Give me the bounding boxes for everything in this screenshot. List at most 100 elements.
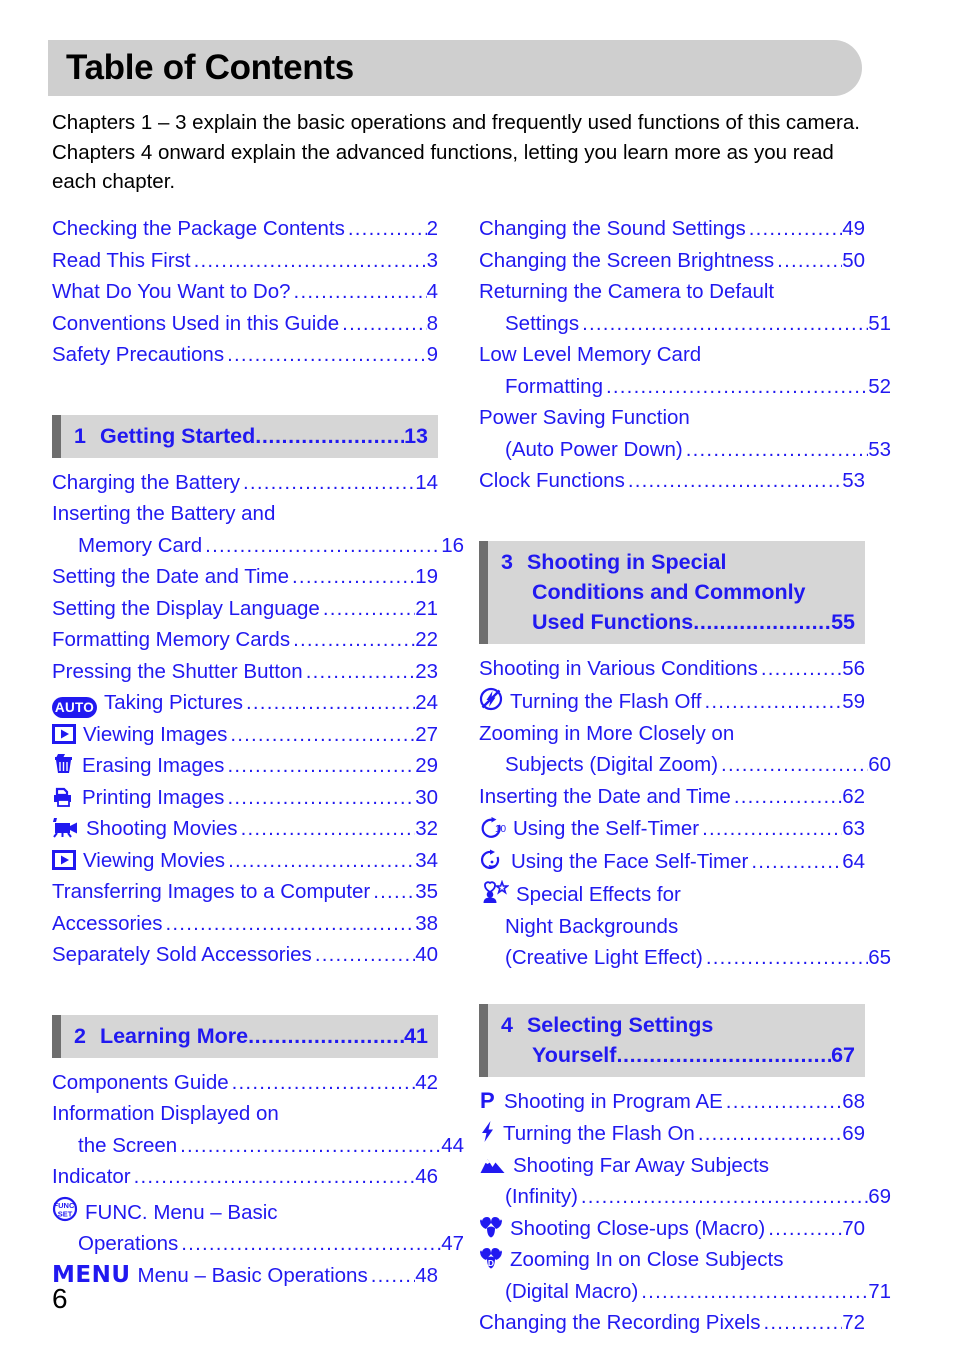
toc-entry-line: (Infinity) 69 (479, 1181, 891, 1213)
toc-entry-line: Returning the Camera to Default (479, 276, 865, 308)
dot-leader (323, 593, 415, 625)
svg-text:10: 10 (495, 824, 506, 835)
chapter-title-line: 4 Selecting Settings (488, 1010, 855, 1040)
toc-entry[interactable]: MENUMenu – Basic Operations48 (52, 1260, 438, 1292)
toc-entry[interactable]: Charging the Battery 14 (52, 467, 438, 499)
chapter-header-3[interactable]: 3 Shooting in Special Conditions and Commo… (479, 540, 865, 644)
toc-entry[interactable]: AUTO Taking Pictures 24 (52, 687, 438, 719)
chapter-header-4[interactable]: 4 Selecting Settings Yourself 67 (479, 1003, 865, 1077)
toc-entry[interactable]: Printing Images 30 (52, 782, 438, 814)
entry-label: Zooming In on Close Subjects (510, 1248, 784, 1271)
entry-page-number: 14 (415, 470, 438, 494)
toc-entry[interactable]: D Zooming In on Close Subjects (Digital Ma… (479, 1244, 891, 1307)
toc-entry[interactable]: Information Displayed on the Screen 44 (52, 1098, 464, 1161)
dot-leader (763, 1307, 842, 1339)
entry-label: Conventions Used in this Guide (52, 311, 340, 335)
intro-paragraph: Chapters 1 – 3 explain the basic operati… (52, 111, 860, 193)
toc-entry-line: Formatting 52 (479, 371, 891, 403)
toc-entry[interactable]: Low Level Memory Card Formatting 52 (479, 339, 891, 402)
entry-page-number: 56 (842, 656, 865, 680)
toc-entry-line: Night Backgrounds (479, 911, 891, 943)
entry-label: Subjects (Digital Zoom) (505, 753, 719, 776)
toc-entry[interactable]: Special Effects for Night Backgrounds (Cre… (479, 877, 891, 974)
entry-page-number: 69 (868, 1185, 891, 1208)
flash-off-icon (479, 687, 503, 711)
entry-page-number: 16 (441, 533, 464, 557)
toc-entry[interactable]: Changing the Sound Settings 49 (479, 213, 865, 245)
toc-entry[interactable]: Indicator 46 (52, 1161, 438, 1193)
entry-label: Using the Self-Timer (513, 817, 700, 840)
entry-label: Taking Pictures (104, 691, 244, 714)
toc-entry[interactable]: Setting the Date and Time 19 (52, 561, 438, 593)
toc-entry[interactable]: Inserting the Battery and Memory Card 16 (52, 498, 464, 561)
toc-entry[interactable]: Shooting Far Away Subjects (Infinity) 69 (479, 1150, 891, 1213)
toc-entry[interactable]: 10 Using the Self-Timer 63 (479, 812, 865, 845)
toc-entry-line: Erasing Images 29 (52, 750, 438, 782)
toc-entry[interactable]: Shooting in Various Conditions 56 (479, 653, 865, 685)
toc-entry[interactable]: Formatting Memory Cards 22 (52, 624, 438, 656)
toc-entry[interactable]: Viewing Movies 34 (52, 845, 438, 877)
entry-label: Viewing Images (83, 722, 228, 746)
toc-entry[interactable]: Turning the Flash On 69 (479, 1117, 865, 1150)
entry-page-number: 71 (868, 1279, 891, 1303)
entry-page-number: 23 (415, 659, 438, 683)
entry-page-number: 32 (415, 817, 438, 840)
func-set-icon: FUNC. SET (52, 1196, 78, 1222)
toc-entry[interactable]: Checking the Package Contents 2 (52, 213, 438, 245)
toc-entry[interactable]: Shooting Close-ups (Macro) 70 (479, 1213, 865, 1245)
entry-label: Shooting in Various Conditions (479, 656, 758, 680)
toc-entry[interactable]: Power Saving Function (Auto Power Down) 53 (479, 402, 891, 465)
toc-entry-line: Indicator 46 (52, 1161, 438, 1193)
toc-entry[interactable]: Changing the Screen Brightness 50 (479, 245, 865, 277)
toc-entry[interactable]: Separately Sold Accessories 40 (52, 939, 438, 971)
dot-leader (134, 1161, 416, 1193)
toc-entry-line: Inserting the Battery and (52, 498, 438, 530)
toc-entry[interactable]: What Do You Want to Do? 4 (52, 276, 438, 308)
toc-entry[interactable]: Components Guide 42 (52, 1067, 438, 1099)
toc-entry-line: Turning the Flash Off 59 (479, 684, 865, 718)
toc-entry[interactable]: Clock Functions 53 (479, 465, 865, 497)
chapter-header-1[interactable]: 1 Getting Started 13 (52, 414, 438, 458)
toc-entry[interactable]: Inserting the Date and Time 62 (479, 781, 865, 813)
toc-entry[interactable]: Transferring Images to a Computer 35 (52, 876, 438, 908)
toc-entry[interactable]: Shooting Movies 32 (52, 813, 438, 845)
chapter-header-2[interactable]: 2 Learning More 41 (52, 1014, 438, 1058)
toc-entry-line: Special Effects for (479, 877, 865, 911)
toc-entry[interactable]: Erasing Images 29 (52, 750, 438, 782)
toc-entry[interactable]: Conventions Used in this Guide 8 (52, 308, 438, 340)
toc-entry[interactable]: Accessories 38 (52, 908, 438, 940)
toc-entry[interactable]: Safety Precautions 9 (52, 339, 438, 371)
entry-label: What Do You Want to Do? (52, 280, 291, 303)
entry-page-number: 21 (415, 596, 438, 620)
toc-entry[interactable]: Zooming in More Closely on Subjects (Digi… (479, 718, 891, 781)
entry-page-number: 53 (842, 469, 865, 492)
toc-entry[interactable]: FUNC.SET FUNC. Menu – Basic Operations 47 (52, 1193, 464, 1260)
toc-entry[interactable]: Pressing the Shutter Button 23 (52, 656, 438, 688)
toc-entry[interactable]: Changing the Recording Pixels 72 (479, 1307, 865, 1339)
dot-leader (293, 624, 415, 656)
entry-page-number: 67 (831, 1042, 855, 1067)
entry-label: Shooting Far Away Subjects (513, 1153, 770, 1177)
toc-entry-line: Printing Images 30 (52, 782, 438, 814)
toc-entry[interactable]: Using the Face Self-Timer 64 (479, 845, 865, 878)
entry-label: Formatting (505, 374, 603, 398)
toc-entry[interactable]: P Shooting in Program AE 68 (479, 1086, 865, 1118)
toc-entry-line: Accessories 38 (52, 908, 438, 940)
toc-entry[interactable]: Read This First 3 (52, 245, 438, 277)
dot-leader (768, 1213, 842, 1245)
movie-icon (52, 817, 79, 838)
entry-page-number: 4 (426, 280, 438, 303)
toc-entry[interactable]: Turning the Flash Off 59 (479, 684, 865, 718)
entry-label: Turning the Flash On (503, 1122, 695, 1145)
chapter-title-line: 1 Getting Started 13 (61, 421, 428, 451)
entry-label: Inserting the Battery and (52, 502, 276, 525)
toc-entry[interactable]: Setting the Display Language 21 (52, 593, 438, 625)
toc-entry[interactable]: Returning the Camera to Default Settings 5… (479, 276, 891, 339)
entry-page-number: 2 (426, 217, 438, 240)
dot-leader (777, 245, 842, 277)
entry-page-number: 55 (831, 609, 855, 634)
dot-leader (166, 908, 416, 940)
toc-entry[interactable]: Viewing Images 27 (52, 719, 438, 751)
entry-label: Formatting Memory Cards (52, 628, 291, 651)
print-icon (52, 786, 75, 807)
